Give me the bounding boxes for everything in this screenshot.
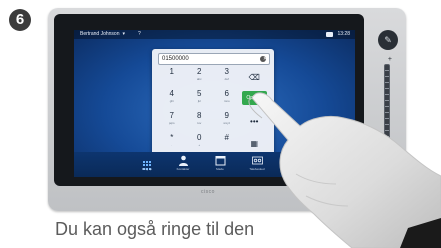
key-digit: 3 bbox=[224, 67, 229, 76]
backspace-button[interactable]: ⌫ bbox=[241, 67, 269, 85]
clock-time: 13:28 bbox=[337, 31, 350, 37]
toolbar-contacts-label: Kontakter bbox=[176, 167, 190, 171]
key-1[interactable]: 1 bbox=[158, 67, 186, 85]
instruction-caption: Du kan også ringe til den bbox=[55, 219, 255, 239]
user-name: Bertrand Johnson bbox=[80, 31, 120, 37]
key-2[interactable]: 2 abc bbox=[186, 67, 214, 85]
key-digit: 2 bbox=[197, 67, 202, 76]
keypad-icon bbox=[142, 155, 153, 170]
calendar-icon bbox=[215, 155, 226, 166]
toolbar-meet-button[interactable]: Møde bbox=[205, 155, 235, 172]
toolbar-keypad-label: Ring op bbox=[141, 167, 153, 171]
key-7[interactable]: 7 pqrs bbox=[158, 111, 186, 129]
chevron-down-icon: ▾ bbox=[122, 31, 125, 37]
camera-icon[interactable] bbox=[326, 32, 333, 37]
pointing-hand-illustration bbox=[248, 92, 441, 248]
edit-icon[interactable]: ✎ bbox=[378, 30, 398, 50]
key-4[interactable]: 4 ghi bbox=[158, 89, 186, 107]
key-letters: jkl bbox=[197, 99, 201, 103]
dial-number-text: 01500000 bbox=[162, 56, 189, 62]
key-letters: . bbox=[171, 143, 173, 147]
dial-number-field[interactable]: 01500000 ✕ bbox=[158, 53, 270, 65]
key-letters: + bbox=[198, 143, 201, 147]
step-number-badge: 6 bbox=[9, 9, 31, 31]
key-8[interactable]: 8 tuv bbox=[186, 111, 214, 129]
key-5[interactable]: 5 jkl bbox=[186, 89, 214, 107]
help-icon[interactable]: ? bbox=[138, 30, 141, 39]
key-digit: 0 bbox=[197, 133, 202, 142]
key-digit: 7 bbox=[169, 111, 174, 120]
key-digit: 4 bbox=[169, 89, 174, 98]
toolbar-contacts-button[interactable]: Kontakter bbox=[168, 155, 198, 172]
key-digit: 8 bbox=[197, 111, 202, 120]
user-menu[interactable]: Bertrand Johnson ▾ bbox=[80, 30, 125, 39]
toolbar-keypad-button[interactable]: Ring op bbox=[132, 155, 162, 172]
person-icon bbox=[178, 155, 189, 166]
key-digit: 5 bbox=[197, 89, 202, 98]
toolbar-meet-label: Møde bbox=[216, 167, 224, 171]
key-3[interactable]: 3 def bbox=[213, 67, 241, 85]
clear-icon[interactable]: ✕ bbox=[260, 56, 267, 62]
key-digit: * bbox=[170, 133, 174, 142]
backspace-icon: ⌫ bbox=[248, 73, 260, 82]
key-digit: 1 bbox=[169, 67, 174, 76]
key-letters: abc bbox=[196, 77, 202, 81]
key-star[interactable]: *. bbox=[158, 133, 186, 151]
key-letters: pqrs bbox=[168, 121, 175, 125]
zoom-plus-icon[interactable]: + bbox=[388, 56, 392, 63]
key-letters: ghi bbox=[169, 99, 174, 103]
key-letters: tuv bbox=[197, 121, 202, 125]
key-0[interactable]: 0 + bbox=[186, 133, 214, 151]
key-letters: def bbox=[224, 77, 229, 81]
status-bar: Bertrand Johnson ▾ ? 13:28 bbox=[74, 30, 355, 39]
